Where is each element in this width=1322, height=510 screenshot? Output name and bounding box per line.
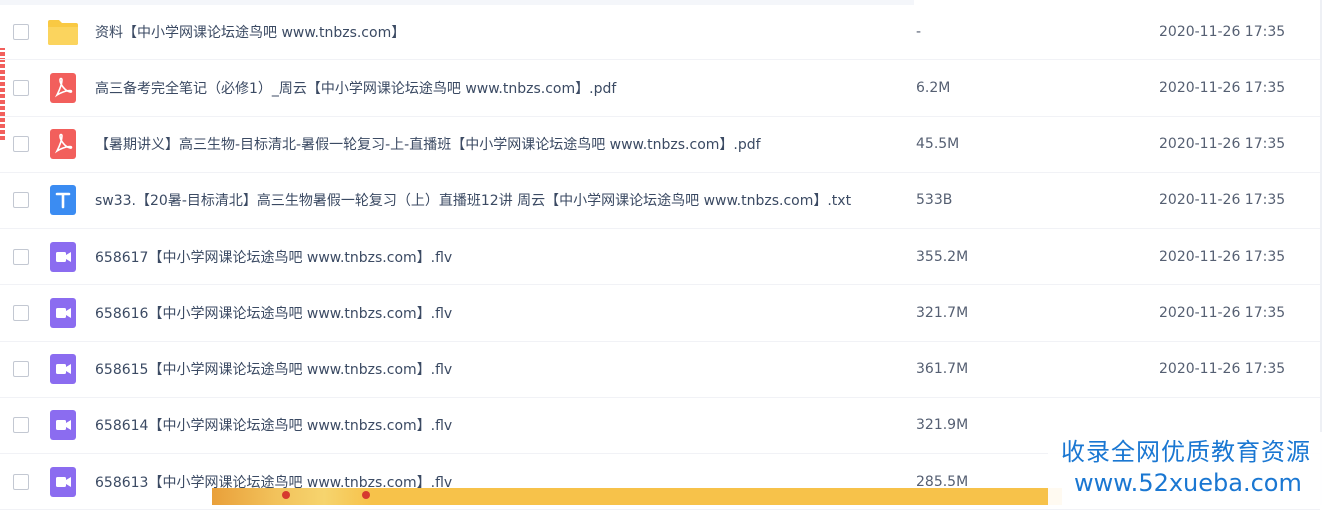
- row-checkbox[interactable]: [13, 23, 29, 40]
- file-size: 533B: [916, 192, 953, 209]
- file-size: 6.2M: [916, 79, 951, 96]
- file-row[interactable]: sw33.【20暑-目标清北】高三生物暑假一轮复习（上）直播班12讲 周云【中小…: [0, 173, 1320, 229]
- row-checkbox[interactable]: [13, 79, 29, 96]
- text-file-icon: [47, 185, 79, 216]
- promo-banner[interactable]: [212, 488, 1062, 505]
- row-checkbox[interactable]: [13, 417, 29, 434]
- file-size: 45.5M: [916, 136, 960, 153]
- watermark-slogan: 收录全网优质教育资源: [1061, 438, 1311, 466]
- file-name-link[interactable]: 658615【中小学网课论坛途鸟吧 www.tnbzs.com】.flv: [95, 359, 452, 379]
- watermark-url: www.52xueba.com: [1074, 469, 1302, 497]
- video-icon: [47, 297, 79, 328]
- pdf-icon: [47, 72, 79, 103]
- file-size: 321.7M: [916, 304, 969, 321]
- video-icon: [47, 410, 79, 441]
- file-modified-date: 2020-11-26 17:35: [1159, 192, 1286, 209]
- file-name-link[interactable]: 658614【中小学网课论坛途鸟吧 www.tnbzs.com】.flv: [95, 415, 452, 435]
- video-icon: [47, 241, 79, 272]
- row-checkbox[interactable]: [13, 248, 29, 265]
- row-checkbox[interactable]: [13, 361, 29, 378]
- file-modified-date: 2020-11-26 17:35: [1159, 23, 1286, 40]
- file-name-link[interactable]: 658617【中小学网课论坛途鸟吧 www.tnbzs.com】.flv: [95, 247, 452, 267]
- pdf-icon: [47, 129, 79, 160]
- file-row[interactable]: 658616【中小学网课论坛途鸟吧 www.tnbzs.com】.flv 321.…: [0, 285, 1320, 342]
- file-modified-date: 2020-11-26 17:35: [1159, 248, 1286, 265]
- banner-dot: [282, 491, 290, 499]
- file-name-link[interactable]: 高三备考完全笔记（必修1）_周云【中小学网课论坛途鸟吧 www.tnbzs.co…: [95, 78, 616, 98]
- file-row[interactable]: 658617【中小学网课论坛途鸟吧 www.tnbzs.com】.flv 355.…: [0, 229, 1320, 286]
- file-row[interactable]: 658615【中小学网课论坛途鸟吧 www.tnbzs.com】.flv 361.…: [0, 342, 1320, 398]
- watermark: 收录全网优质教育资源 www.52xueba.com: [1048, 432, 1322, 505]
- file-modified-date: 2020-11-26 17:35: [1159, 361, 1286, 378]
- file-modified-date: 2020-11-26 17:35: [1159, 136, 1286, 153]
- file-name-link[interactable]: 资料【中小学网课论坛途鸟吧 www.tnbzs.com】: [95, 22, 405, 42]
- video-icon: [47, 466, 79, 497]
- folder-icon: [47, 17, 79, 47]
- row-checkbox[interactable]: [13, 304, 29, 321]
- row-checkbox[interactable]: [13, 192, 29, 209]
- row-checkbox[interactable]: [13, 136, 29, 153]
- file-modified-date: 2020-11-26 17:35: [1159, 79, 1286, 96]
- row-checkbox[interactable]: [13, 473, 29, 490]
- file-name-link[interactable]: 658616【中小学网课论坛途鸟吧 www.tnbzs.com】.flv: [95, 303, 452, 323]
- file-name-link[interactable]: sw33.【20暑-目标清北】高三生物暑假一轮复习（上）直播班12讲 周云【中小…: [95, 190, 851, 210]
- file-size: 355.2M: [916, 248, 969, 265]
- banner-dot: [362, 491, 370, 499]
- file-row[interactable]: 资料【中小学网课论坛途鸟吧 www.tnbzs.com】 - 2020-11-26 …: [0, 4, 1320, 61]
- file-name-link[interactable]: 【暑期讲义】高三生物-目标清北-暑假一轮复习-上-直播班【中小学网课论坛途鸟吧 …: [95, 134, 761, 154]
- file-size: 361.7M: [916, 361, 969, 378]
- file-row[interactable]: 【暑期讲义】高三生物-目标清北-暑假一轮复习-上-直播班【中小学网课论坛途鸟吧 …: [0, 117, 1320, 173]
- file-modified-date: 2020-11-26 17:35: [1159, 304, 1286, 321]
- file-size: 321.9M: [916, 417, 969, 434]
- file-row[interactable]: 高三备考完全笔记（必修1）_周云【中小学网课论坛途鸟吧 www.tnbzs.co…: [0, 60, 1320, 117]
- banner-art: [212, 488, 372, 505]
- file-size: -: [916, 23, 922, 40]
- video-icon: [47, 354, 79, 385]
